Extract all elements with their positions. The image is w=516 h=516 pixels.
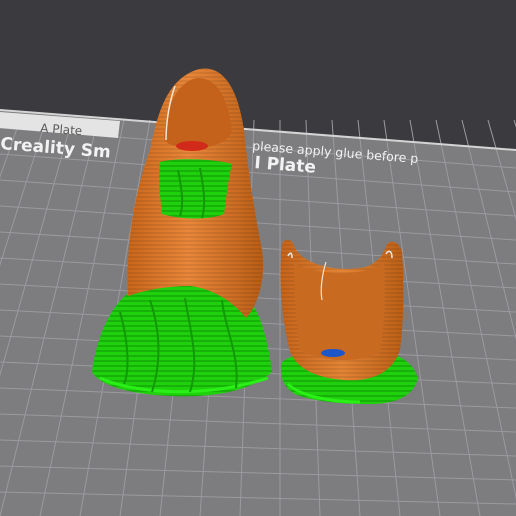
tall-model-red-top-layer <box>176 141 208 151</box>
cup-model-blue-layer <box>321 349 345 357</box>
slicer-scene[interactable]: A Plate Creality Sm I Plate please apply… <box>0 0 516 516</box>
3d-viewport[interactable]: A Plate Creality Sm I Plate please apply… <box>0 0 516 516</box>
cup-model-interior <box>294 262 385 361</box>
tall-model-internal-support-layers <box>159 159 232 219</box>
